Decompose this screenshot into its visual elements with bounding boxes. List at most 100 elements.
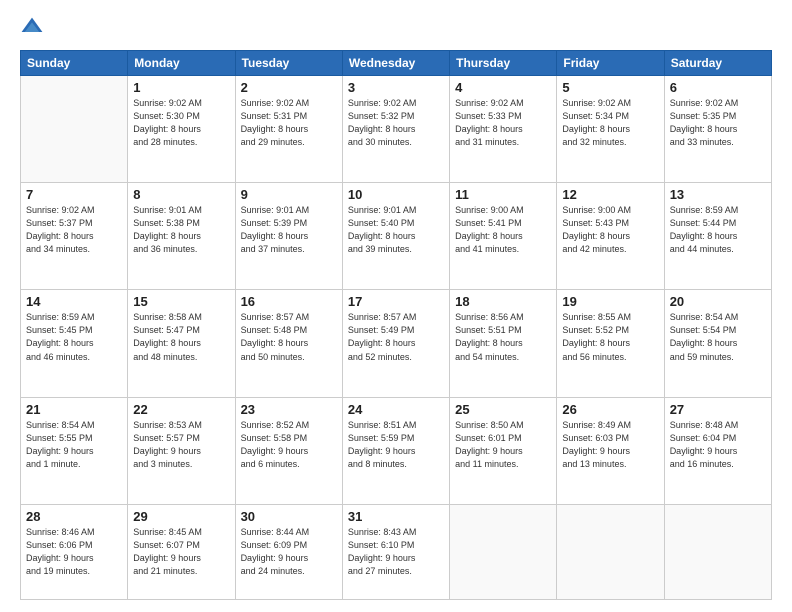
day-number: 6: [670, 80, 766, 95]
calendar-cell: 21 Sunrise: 8:54 AM Sunset: 5:55 PM Dayli…: [21, 397, 128, 504]
weekday-header-friday: Friday: [557, 51, 664, 76]
calendar-cell: 22Sunrise: 8:53 AM Sunset: 5:57 PM Dayli…: [128, 397, 235, 504]
weekday-header-monday: Monday: [128, 51, 235, 76]
day-detail: Sunrise: 9:01 AM Sunset: 5:38 PM Dayligh…: [133, 204, 229, 256]
weekday-header-sunday: Sunday: [21, 51, 128, 76]
day-number: 30: [241, 509, 337, 524]
calendar-cell: 14 Sunrise: 8:59 AM Sunset: 5:45 PM Dayli…: [21, 290, 128, 397]
day-detail: Sunrise: 9:02 AM Sunset: 5:35 PM Dayligh…: [670, 97, 766, 149]
day-number: 25: [455, 402, 551, 417]
day-detail: Sunrise: 8:59 AM Sunset: 5:45 PM Dayligh…: [26, 311, 122, 363]
day-number: 28: [26, 509, 122, 524]
page: SundayMondayTuesdayWednesdayThursdayFrid…: [0, 0, 792, 612]
day-detail: Sunrise: 9:02 AM Sunset: 5:37 PM Dayligh…: [26, 204, 122, 256]
day-number: 7: [26, 187, 122, 202]
day-detail: Sunrise: 8:51 AM Sunset: 5:59 PM Dayligh…: [348, 419, 444, 471]
calendar-week-0: 1 Sunrise: 9:02 AM Sunset: 5:30 PM Daylig…: [21, 76, 772, 183]
day-number: 14: [26, 294, 122, 309]
calendar-week-1: 7 Sunrise: 9:02 AM Sunset: 5:37 PM Daylig…: [21, 183, 772, 290]
day-number: 13: [670, 187, 766, 202]
day-number: 12: [562, 187, 658, 202]
calendar-cell: 23Sunrise: 8:52 AM Sunset: 5:58 PM Dayli…: [235, 397, 342, 504]
day-number: 10: [348, 187, 444, 202]
logo-icon: [20, 16, 44, 40]
day-detail: Sunrise: 8:52 AM Sunset: 5:58 PM Dayligh…: [241, 419, 337, 471]
calendar-cell: 5Sunrise: 9:02 AM Sunset: 5:34 PM Daylig…: [557, 76, 664, 183]
day-detail: Sunrise: 8:55 AM Sunset: 5:52 PM Dayligh…: [562, 311, 658, 363]
calendar-cell: 12 Sunrise: 9:00 AM Sunset: 5:43 PM Dayli…: [557, 183, 664, 290]
calendar-cell: 3 Sunrise: 9:02 AM Sunset: 5:32 PM Daylig…: [342, 76, 449, 183]
day-number: 21: [26, 402, 122, 417]
day-detail: Sunrise: 9:02 AM Sunset: 5:30 PM Dayligh…: [133, 97, 229, 149]
calendar-table: SundayMondayTuesdayWednesdayThursdayFrid…: [20, 50, 772, 600]
day-detail: Sunrise: 8:56 AM Sunset: 5:51 PM Dayligh…: [455, 311, 551, 363]
calendar-cell: [664, 504, 771, 599]
calendar-cell: 27 Sunrise: 8:48 AM Sunset: 6:04 PM Dayli…: [664, 397, 771, 504]
calendar-cell: 20Sunrise: 8:54 AM Sunset: 5:54 PM Dayli…: [664, 290, 771, 397]
day-detail: Sunrise: 8:50 AM Sunset: 6:01 PM Dayligh…: [455, 419, 551, 471]
calendar-cell: 19 Sunrise: 8:55 AM Sunset: 5:52 PM Dayli…: [557, 290, 664, 397]
day-detail: Sunrise: 8:45 AM Sunset: 6:07 PM Dayligh…: [133, 526, 229, 578]
day-detail: Sunrise: 8:57 AM Sunset: 5:48 PM Dayligh…: [241, 311, 337, 363]
weekday-header-thursday: Thursday: [450, 51, 557, 76]
day-detail: Sunrise: 9:00 AM Sunset: 5:41 PM Dayligh…: [455, 204, 551, 256]
day-number: 18: [455, 294, 551, 309]
weekday-header-tuesday: Tuesday: [235, 51, 342, 76]
day-detail: Sunrise: 9:01 AM Sunset: 5:39 PM Dayligh…: [241, 204, 337, 256]
calendar-cell: 25 Sunrise: 8:50 AM Sunset: 6:01 PM Dayli…: [450, 397, 557, 504]
day-number: 29: [133, 509, 229, 524]
day-detail: Sunrise: 8:58 AM Sunset: 5:47 PM Dayligh…: [133, 311, 229, 363]
day-detail: Sunrise: 8:46 AM Sunset: 6:06 PM Dayligh…: [26, 526, 122, 578]
day-detail: Sunrise: 9:02 AM Sunset: 5:33 PM Dayligh…: [455, 97, 551, 149]
day-number: 8: [133, 187, 229, 202]
calendar-cell: 26 Sunrise: 8:49 AM Sunset: 6:03 PM Dayli…: [557, 397, 664, 504]
calendar-cell: 17 Sunrise: 8:57 AM Sunset: 5:49 PM Dayli…: [342, 290, 449, 397]
calendar-week-3: 21 Sunrise: 8:54 AM Sunset: 5:55 PM Dayli…: [21, 397, 772, 504]
day-number: 1: [133, 80, 229, 95]
day-detail: Sunrise: 8:43 AM Sunset: 6:10 PM Dayligh…: [348, 526, 444, 578]
calendar-cell: [557, 504, 664, 599]
day-detail: Sunrise: 8:44 AM Sunset: 6:09 PM Dayligh…: [241, 526, 337, 578]
calendar-cell: 8 Sunrise: 9:01 AM Sunset: 5:38 PM Daylig…: [128, 183, 235, 290]
calendar-cell: 10 Sunrise: 9:01 AM Sunset: 5:40 PM Dayli…: [342, 183, 449, 290]
calendar-week-2: 14 Sunrise: 8:59 AM Sunset: 5:45 PM Dayli…: [21, 290, 772, 397]
day-number: 3: [348, 80, 444, 95]
day-number: 2: [241, 80, 337, 95]
calendar-week-4: 28 Sunrise: 8:46 AM Sunset: 6:06 PM Dayli…: [21, 504, 772, 599]
calendar-cell: 2Sunrise: 9:02 AM Sunset: 5:31 PM Daylig…: [235, 76, 342, 183]
calendar-cell: 18 Sunrise: 8:56 AM Sunset: 5:51 PM Dayli…: [450, 290, 557, 397]
weekday-header-wednesday: Wednesday: [342, 51, 449, 76]
calendar-cell: 30 Sunrise: 8:44 AM Sunset: 6:09 PM Dayli…: [235, 504, 342, 599]
day-number: 4: [455, 80, 551, 95]
calendar-cell: 1 Sunrise: 9:02 AM Sunset: 5:30 PM Daylig…: [128, 76, 235, 183]
day-detail: Sunrise: 8:54 AM Sunset: 5:55 PM Dayligh…: [26, 419, 122, 471]
calendar-cell: 31 Sunrise: 8:43 AM Sunset: 6:10 PM Dayli…: [342, 504, 449, 599]
day-number: 11: [455, 187, 551, 202]
day-detail: Sunrise: 8:57 AM Sunset: 5:49 PM Dayligh…: [348, 311, 444, 363]
calendar-cell: 7 Sunrise: 9:02 AM Sunset: 5:37 PM Daylig…: [21, 183, 128, 290]
calendar-cell: [450, 504, 557, 599]
day-detail: Sunrise: 8:48 AM Sunset: 6:04 PM Dayligh…: [670, 419, 766, 471]
calendar-cell: 4 Sunrise: 9:02 AM Sunset: 5:33 PM Daylig…: [450, 76, 557, 183]
day-detail: Sunrise: 9:02 AM Sunset: 5:32 PM Dayligh…: [348, 97, 444, 149]
day-number: 26: [562, 402, 658, 417]
day-number: 31: [348, 509, 444, 524]
calendar-cell: 13Sunrise: 8:59 AM Sunset: 5:44 PM Dayli…: [664, 183, 771, 290]
day-number: 27: [670, 402, 766, 417]
day-detail: Sunrise: 8:53 AM Sunset: 5:57 PM Dayligh…: [133, 419, 229, 471]
calendar-cell: 11 Sunrise: 9:00 AM Sunset: 5:41 PM Dayli…: [450, 183, 557, 290]
calendar-cell: 15 Sunrise: 8:58 AM Sunset: 5:47 PM Dayli…: [128, 290, 235, 397]
calendar-cell: 24Sunrise: 8:51 AM Sunset: 5:59 PM Dayli…: [342, 397, 449, 504]
day-number: 17: [348, 294, 444, 309]
day-detail: Sunrise: 8:49 AM Sunset: 6:03 PM Dayligh…: [562, 419, 658, 471]
calendar-cell: 29 Sunrise: 8:45 AM Sunset: 6:07 PM Dayli…: [128, 504, 235, 599]
day-number: 15: [133, 294, 229, 309]
day-detail: Sunrise: 9:00 AM Sunset: 5:43 PM Dayligh…: [562, 204, 658, 256]
day-number: 19: [562, 294, 658, 309]
day-number: 9: [241, 187, 337, 202]
day-detail: Sunrise: 9:01 AM Sunset: 5:40 PM Dayligh…: [348, 204, 444, 256]
day-number: 5: [562, 80, 658, 95]
day-number: 20: [670, 294, 766, 309]
day-number: 16: [241, 294, 337, 309]
logo: [20, 16, 48, 40]
